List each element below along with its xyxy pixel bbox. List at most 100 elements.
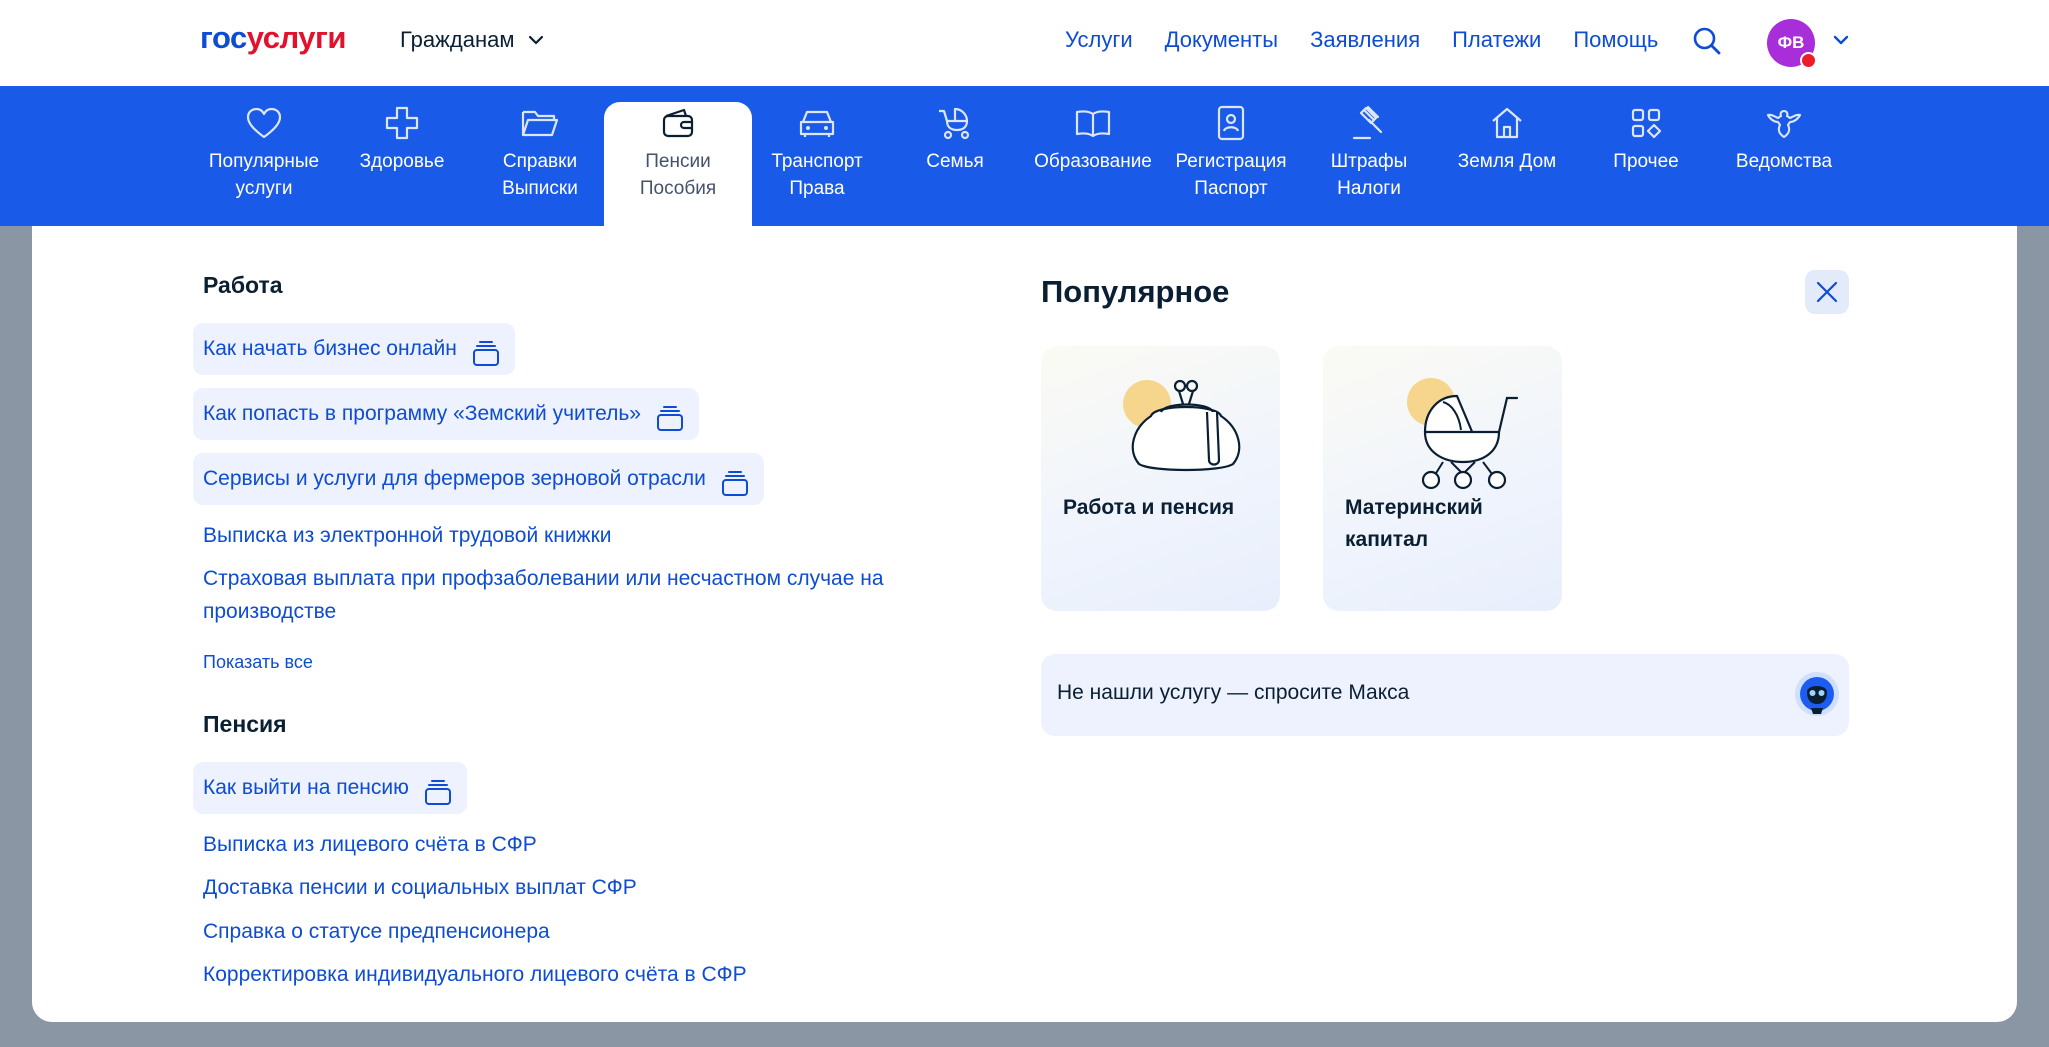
service-link-label: Сервисы и услуги для фермеров зерновой о… bbox=[203, 467, 706, 490]
category-label: Ведомства bbox=[1735, 151, 1833, 172]
service-link-insurance-payment[interactable]: Страховая выплата при профзаболевании ил… bbox=[203, 563, 884, 595]
category-other[interactable]: Прочее bbox=[1577, 102, 1715, 175]
grid-icon bbox=[1631, 108, 1662, 139]
service-link-business-online[interactable]: Как начать бизнес онлайн bbox=[193, 323, 515, 375]
category-label: Прочее bbox=[1613, 151, 1679, 172]
category-label: Пенсии bbox=[645, 151, 711, 172]
card-caption-line: Материнский bbox=[1345, 496, 1483, 519]
gosuslugi-logo[interactable]: госуслуги bbox=[200, 20, 346, 56]
stack-icon bbox=[657, 406, 683, 431]
popular-card-maternity-capital[interactable]: Материнский капитал bbox=[1323, 346, 1562, 611]
category-label: Популярные bbox=[208, 151, 320, 172]
category-label-2: Права bbox=[789, 178, 845, 199]
top-header: госуслуги Гражданам Услуги Документы Зая… bbox=[0, 0, 2049, 86]
stack-icon bbox=[721, 471, 748, 496]
category-bar: Популярные услуги Здоровье Справки Выпис… bbox=[0, 86, 2049, 226]
popular-title: Популярное bbox=[1041, 274, 1230, 309]
card-caption: Работа и пенсия bbox=[1063, 492, 1273, 524]
search-button[interactable] bbox=[1692, 26, 1722, 61]
category-label-2: Налоги bbox=[1337, 178, 1401, 199]
car-icon bbox=[799, 110, 835, 137]
category-education[interactable]: Образование bbox=[1024, 102, 1162, 175]
ask-max-banner[interactable]: Не нашли услугу — спросите Макса bbox=[1041, 654, 1849, 736]
profile-menu-toggle[interactable] bbox=[1832, 33, 1850, 51]
service-link-how-retire[interactable]: Как выйти на пенсию bbox=[193, 762, 467, 814]
house-icon bbox=[1492, 107, 1522, 139]
chevron-down-icon bbox=[1833, 35, 1849, 45]
id-card-icon bbox=[1217, 105, 1245, 141]
gavel-icon bbox=[1352, 105, 1383, 140]
service-link-label: Как начать бизнес онлайн bbox=[203, 337, 457, 360]
service-link-label: Как выйти на пенсию bbox=[203, 776, 409, 799]
close-button[interactable] bbox=[1805, 270, 1849, 314]
category-label-2: Выписки bbox=[502, 178, 578, 199]
popular-card-work-pension[interactable]: Работа и пенсия bbox=[1041, 346, 1280, 611]
service-link-label: Как попасть в программу «Земский учитель… bbox=[203, 402, 641, 425]
category-label: Транспорт bbox=[771, 151, 863, 172]
close-icon bbox=[1816, 281, 1838, 303]
folder-icon bbox=[521, 110, 559, 137]
nav-link-services[interactable]: Услуги bbox=[1065, 27, 1133, 53]
service-link-insurance-payment-cont[interactable]: производстве bbox=[203, 596, 336, 628]
category-fines[interactable]: Штрафы Налоги bbox=[1300, 102, 1438, 202]
category-label: Регистрация bbox=[1175, 151, 1287, 172]
category-agencies[interactable]: Ведомства bbox=[1715, 102, 1853, 175]
category-label: Справки bbox=[502, 151, 578, 172]
section-title-work: Работа bbox=[203, 272, 283, 298]
service-link-account-correction[interactable]: Корректировка индивидуального лицевого с… bbox=[203, 959, 747, 991]
logo-text-uslugi: услуги bbox=[246, 20, 347, 55]
logo-text-gos: гос bbox=[200, 20, 247, 55]
audience-dropdown[interactable]: Гражданам bbox=[400, 27, 544, 53]
top-nav: Услуги Документы Заявления Платежи Помощ… bbox=[1065, 27, 1690, 53]
wallet-icon bbox=[662, 108, 694, 138]
category-pensions[interactable]: Пенсии Пособия bbox=[604, 102, 752, 226]
category-health[interactable]: Здоровье bbox=[333, 102, 471, 175]
medical-cross-icon bbox=[385, 106, 419, 140]
service-link-work-book-extract[interactable]: Выписка из электронной трудовой книжки bbox=[203, 520, 612, 552]
category-land-house[interactable]: Земля Дом bbox=[1438, 102, 1576, 175]
nav-link-help[interactable]: Помощь bbox=[1573, 27, 1658, 53]
stack-icon bbox=[472, 341, 499, 366]
service-link-grain-farmers[interactable]: Сервисы и услуги для фермеров зерновой о… bbox=[193, 453, 764, 505]
book-icon bbox=[1075, 110, 1111, 138]
service-link-pension-delivery[interactable]: Доставка пенсии и социальных выплат СФР bbox=[203, 872, 637, 904]
category-registration[interactable]: Регистрация Паспорт bbox=[1162, 102, 1300, 202]
service-link-zemsky-teacher[interactable]: Как попасть в программу «Земский учитель… bbox=[193, 388, 699, 440]
card-caption: Материнский капитал bbox=[1345, 492, 1555, 556]
search-icon bbox=[1693, 27, 1721, 55]
ask-max-text: Не нашли услугу — спросите Макса bbox=[1057, 681, 1410, 704]
chevron-down-icon bbox=[529, 35, 544, 45]
avatar-initials: ФВ bbox=[1777, 33, 1805, 52]
purse-illustration bbox=[1123, 379, 1241, 472]
category-label: Штрафы bbox=[1330, 151, 1408, 172]
emblem-icon bbox=[1766, 109, 1802, 139]
category-transport[interactable]: Транспорт Права bbox=[748, 102, 886, 202]
category-dropdown-panel: Работа Как начать бизнес онлайн Как попа… bbox=[32, 226, 2017, 1022]
category-label-2: Пособия bbox=[639, 178, 717, 199]
heart-icon bbox=[246, 107, 282, 139]
category-popular[interactable]: Популярные услуги bbox=[195, 102, 333, 202]
section-title-pension: Пенсия bbox=[203, 711, 287, 737]
stroller-icon bbox=[939, 107, 970, 140]
category-label-2: Паспорт bbox=[1194, 178, 1268, 199]
category-label: Земля Дом bbox=[1457, 151, 1557, 172]
category-label: Здоровье bbox=[359, 151, 445, 172]
show-all-link[interactable]: Показать все bbox=[203, 652, 313, 673]
max-assistant-icon bbox=[1795, 672, 1839, 716]
nav-link-documents[interactable]: Документы bbox=[1165, 27, 1278, 53]
card-caption-line-2: капитал bbox=[1345, 528, 1429, 551]
category-label: Образование bbox=[1034, 151, 1152, 172]
category-label-2: услуги bbox=[235, 178, 293, 199]
nav-link-payments[interactable]: Платежи bbox=[1452, 27, 1541, 53]
service-link-sfr-account-extract[interactable]: Выписка из лицевого счёта в СФР bbox=[203, 829, 537, 861]
category-certificates[interactable]: Справки Выписки bbox=[471, 102, 609, 202]
card-caption-line: Работа и пенсия bbox=[1063, 496, 1235, 519]
stack-icon bbox=[424, 780, 451, 805]
nav-link-applications[interactable]: Заявления bbox=[1310, 27, 1420, 53]
service-link-prepensioner-certificate[interactable]: Справка о статусе предпенсионера bbox=[203, 916, 550, 948]
audience-label: Гражданам bbox=[400, 27, 515, 52]
category-family[interactable]: Семья bbox=[886, 102, 1024, 175]
notification-dot bbox=[1800, 52, 1817, 69]
category-label: Семья bbox=[926, 151, 984, 172]
stroller-illustration bbox=[1407, 378, 1519, 490]
